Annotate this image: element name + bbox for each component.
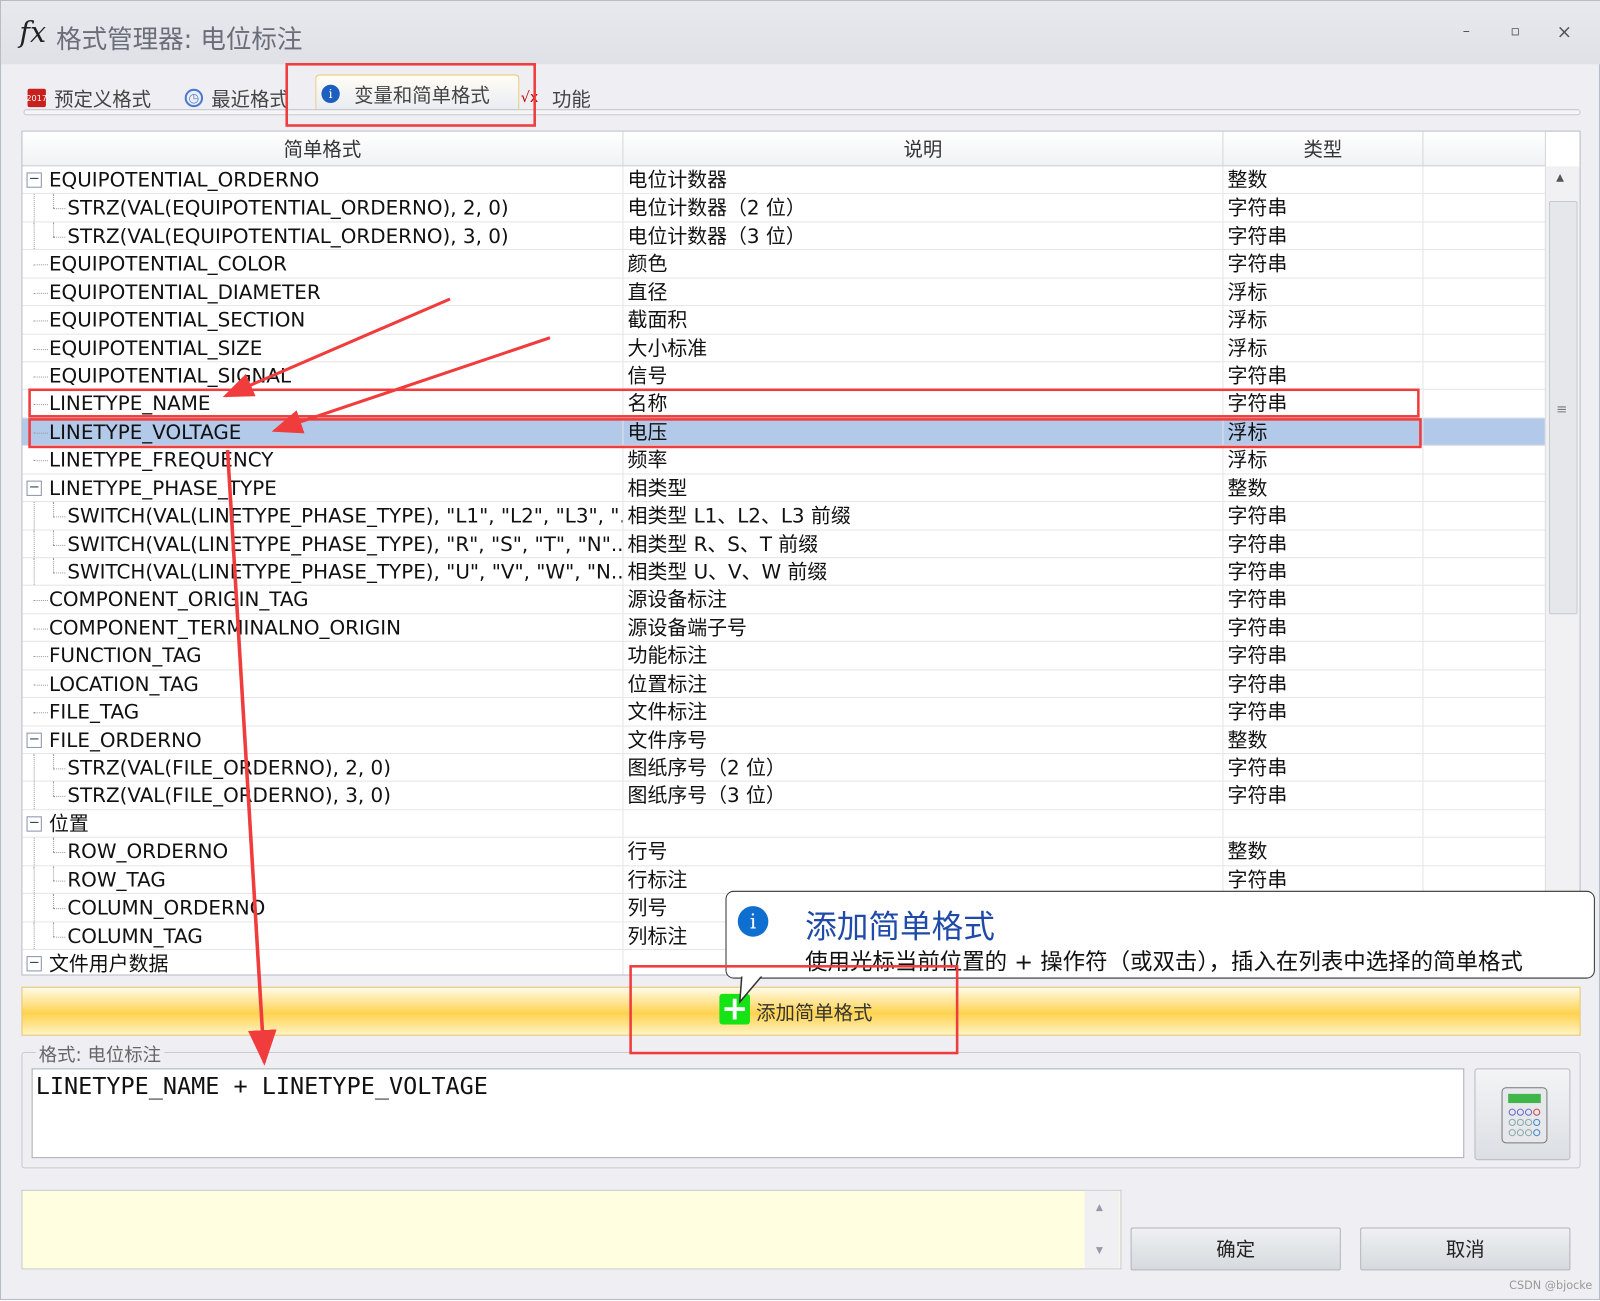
highlight-box-linetype-voltage — [28, 418, 1422, 449]
format-manager-dialog: fx 格式管理器: 电位标注 – ▫ × 2017 预定义格式 ◷ 最近格式 i… — [0, 0, 1600, 1300]
highlight-box-add-button — [629, 965, 959, 1055]
annotation-overlay — [28, 63, 1422, 1066]
highlight-box-linetype-name — [28, 388, 1420, 418]
watermark: CSDN @bjocke — [1509, 1278, 1593, 1292]
highlight-box-tab — [285, 63, 536, 127]
annotation-arrow — [225, 449, 277, 1066]
